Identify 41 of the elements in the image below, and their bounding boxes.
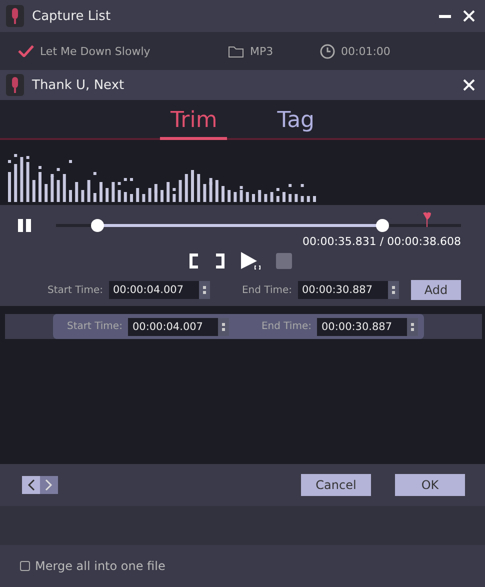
spinner-icon[interactable] [202, 285, 206, 295]
dialog-title: Thank U, Next [32, 78, 126, 92]
minimize-icon [439, 14, 451, 18]
time-label: Start Time: [48, 284, 103, 296]
capture-name: Let Me Down Slowly [40, 44, 150, 58]
microphone-icon [6, 74, 24, 96]
time-label: End Time: [261, 321, 312, 332]
previous-button[interactable] [22, 476, 40, 494]
mark-out-button[interactable] [214, 253, 226, 269]
window-title: Capture List [32, 8, 112, 24]
play-selection-button[interactable] [240, 251, 262, 271]
time-readout: 00:00:35.831 / 00:00:38.608 [302, 235, 461, 248]
close-button[interactable] [461, 8, 477, 24]
spinner-icon[interactable] [411, 322, 414, 332]
time-label: End Time: [242, 284, 292, 296]
add-button[interactable]: Add [411, 280, 461, 300]
checkbox-label: Merge all into one file [35, 559, 166, 573]
format-text: MP3 [250, 44, 274, 58]
chevron-left-icon [27, 479, 35, 491]
close-icon [463, 79, 475, 91]
cancel-button[interactable]: Cancel [301, 474, 371, 496]
mark-in-button[interactable] [188, 253, 200, 269]
segment-row[interactable]: Start Time: 00:00:04.007 End Time: 00:00:30.887 [5, 314, 482, 339]
folder-icon [228, 44, 244, 58]
tab[interactable]: Tag [267, 108, 325, 140]
spinner-icon[interactable] [222, 322, 226, 332]
checkbox[interactable] [20, 561, 30, 571]
ok-button[interactable]: OK [395, 474, 465, 496]
trim-end-handle[interactable] [376, 218, 390, 232]
duration-text: 00:01:00 [341, 44, 390, 58]
time-label: Start Time: [67, 321, 122, 332]
next-button[interactable] [40, 476, 58, 494]
trim-start-handle[interactable] [91, 218, 104, 232]
chevron-right-icon [45, 479, 53, 491]
spinner-icon[interactable] [392, 285, 395, 295]
close-button[interactable] [461, 77, 477, 93]
clock-icon [320, 44, 335, 58]
microphone-icon [6, 5, 24, 27]
close-icon [463, 10, 475, 22]
playhead-marker[interactable] [422, 210, 432, 226]
pause-button[interactable] [18, 218, 32, 232]
